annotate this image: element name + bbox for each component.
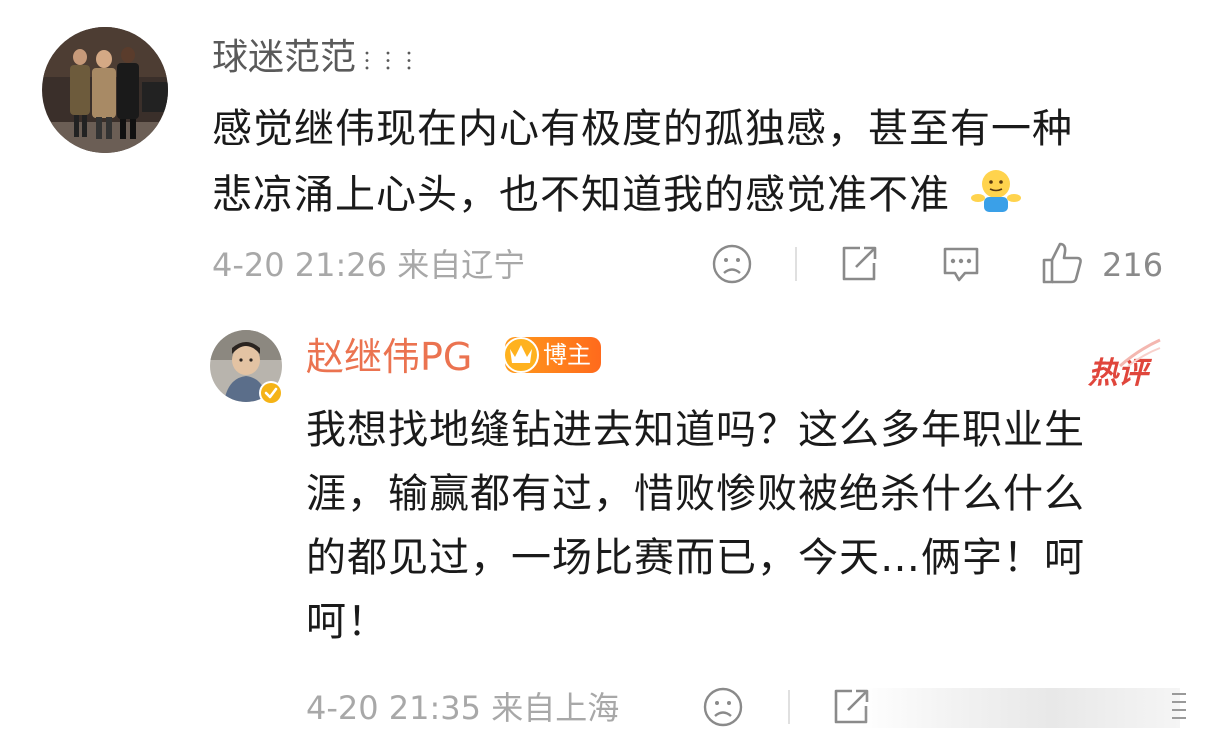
reply-text: 我想找地缝钻进去知道吗？这么多年职业生 涯，输赢都有过，惜败惨败被绝杀什么什么 … [306,398,1186,654]
replier-username[interactable]: 赵继伟PG [306,335,472,379]
reply-text-line: 涯，输赢都有过，惜败惨败被绝杀什么什么 [306,471,1085,517]
like-count: 216 [1102,246,1164,284]
hot-tag-decoration-icon [1119,338,1161,368]
comment-text-line: 感觉继伟现在内心有极度的孤独感，甚至有一种 [212,106,1073,152]
comment-text: 感觉继伟现在内心有极度的孤独感，甚至有一种 悲凉涌上心头，也不知道我的感觉准不准 [212,96,1172,234]
crown-icon [503,337,539,373]
reply-action-divider [788,690,790,724]
username-suffix-glyph: ︙︙︙ [356,50,420,75]
commenter-username-text: 球迷范范 [212,37,357,78]
reply-icon[interactable] [939,243,983,285]
watermark-overlay [860,688,1180,728]
comment-timestamp: 4-20 21:26 来自辽宁 [212,246,526,284]
blogger-badge-label: 博主 [543,341,591,369]
reply-timestamp: 4-20 21:35 来自上海 [306,689,620,727]
reply-text-line: 我想找地缝钻进去知道吗？这么多年职业生 [306,407,1085,453]
like-icon[interactable] [1040,240,1084,286]
commenter-username[interactable]: 球迷范范︙︙︙ [212,36,420,85]
reply-text-line: 呵！ [306,599,388,645]
reply-text-line: 的都见过，一场比赛而已，今天…俩字！呵 [306,535,1085,581]
action-divider [795,247,797,281]
reply-dislike-icon[interactable] [702,686,744,728]
comment-text-line: 悲凉涌上心头，也不知道我的感觉准不准 [212,162,1172,234]
verified-badge-icon [259,381,283,405]
shrug-emoji-icon [970,168,1022,234]
blogger-badge: 博主 [503,337,601,373]
dislike-icon[interactable] [711,243,753,285]
commenter-avatar[interactable] [42,27,168,153]
share-icon[interactable] [838,243,880,285]
reply-more-icon[interactable] [1168,690,1190,724]
